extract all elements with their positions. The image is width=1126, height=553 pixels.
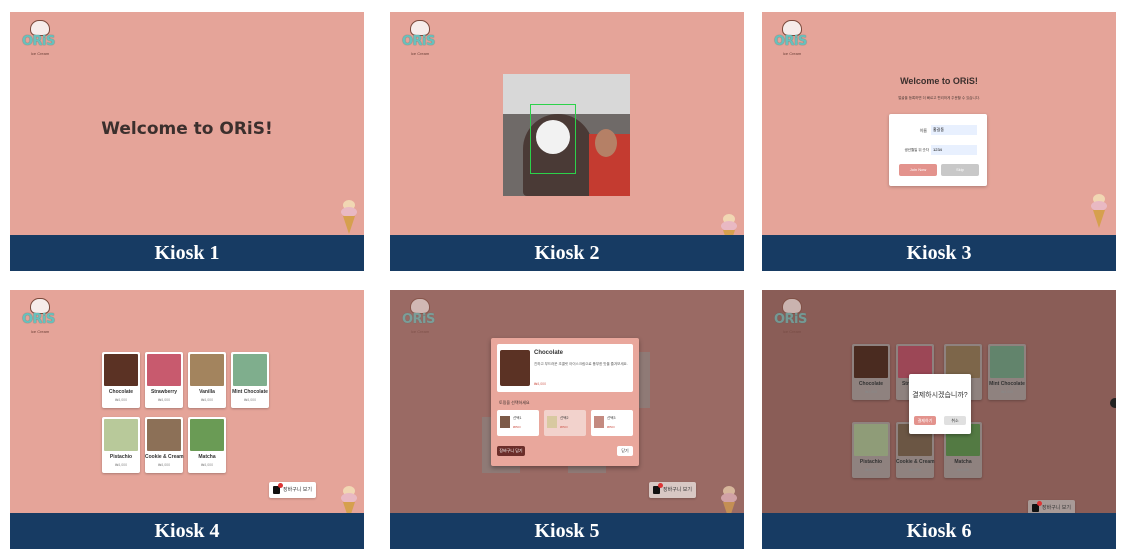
- product-info-box: Chocolate 진하고 부드러운 초콜릿 아이스크림으로 풍부한 맛을 즐겨…: [497, 344, 633, 392]
- add-to-cart-button[interactable]: 장바구니 담기: [497, 446, 525, 456]
- view-cart-button[interactable]: 장바구니 보기: [1028, 500, 1075, 513]
- menu-card-strawberry[interactable]: Strawberry ₩4,000: [145, 352, 183, 408]
- menu-card-pistachio[interactable]: Pistachio ₩4,000: [102, 417, 140, 473]
- scroll-arrow-icon[interactable]: [1110, 398, 1116, 408]
- pistachio-image: [104, 419, 138, 451]
- birthdate-label: 생년월일 뒤 숫자: [904, 148, 930, 152]
- oris-logo: ORiS Ice Cream: [402, 298, 438, 342]
- name-label: 이름: [919, 128, 927, 133]
- oris-logo: ORiS Ice Cream: [774, 298, 810, 342]
- menu-card-mint-chocolate[interactable]: Mint Chocolate ₩4,000: [231, 352, 269, 408]
- kiosk-6-caption: Kiosk 6: [762, 513, 1116, 549]
- kiosk-3-screen: ORiS Ice Cream Welcome to ORiS! 얼굴을 등록하면 …: [762, 12, 1116, 235]
- topping-option-3[interactable]: 선택3 ₩500: [591, 410, 633, 436]
- registration-form: 이름 홍길동 생년월일 뒤 숫자 1234 Join Now Skip: [889, 114, 987, 186]
- topping-section-label: 토핑을 선택하세요: [499, 400, 530, 405]
- menu-card-vanilla[interactable]: Vanilla ₩4,000: [188, 352, 226, 408]
- matcha-image: [190, 419, 224, 451]
- menu-card-mint-chocolate: Mint Chocolate ₩4,000: [988, 344, 1026, 400]
- payment-confirm-dialog: 결제하시겠습니까? 결제하기 취소: [909, 374, 971, 434]
- kiosk-6-panel: ORiSIce Cream Chocolate₩4,000 Strawberry…: [762, 290, 1116, 549]
- menu-card-chocolate: Chocolate ₩4,000: [852, 344, 890, 400]
- kiosk-5-panel: ORiS Ice Cream Chocolate 진하고 부드러운 초콜릿 아이스…: [390, 290, 744, 549]
- strawberry-image: [147, 354, 181, 386]
- kiosk-2-panel: ORiS Ice Cream Kiosk 2: [390, 12, 744, 271]
- kiosk-5-screen: ORiS Ice Cream Chocolate 진하고 부드러운 초콜릿 아이스…: [390, 290, 744, 513]
- product-price: ₩4,000: [534, 382, 547, 386]
- oris-logo: ORiS Ice Cream: [402, 20, 438, 64]
- topping-option-2[interactable]: 선택2 ₩500: [544, 410, 586, 436]
- payment-question: 결제하시겠습니까?: [912, 392, 968, 399]
- vanilla-image: [190, 354, 224, 386]
- kiosk-4-panel: ORiS Ice Cream Chocolate ₩4,000 Strawberry…: [10, 290, 364, 549]
- kiosk-5-caption: Kiosk 5: [390, 513, 744, 549]
- join-button[interactable]: Join Now: [899, 164, 937, 176]
- kiosk-1-screen[interactable]: ORiS Ice Cream Welcome to ORiS!: [10, 12, 364, 235]
- kiosk-2-screen: ORiS Ice Cream: [390, 12, 744, 235]
- view-cart-button[interactable]: 장바구니 보기: [649, 482, 696, 498]
- kiosk-4-caption: Kiosk 4: [10, 513, 364, 549]
- kiosk-4-screen: ORiS Ice Cream Chocolate ₩4,000 Strawberry…: [10, 290, 364, 513]
- menu-card-pistachio: Pistachio ₩4,000: [852, 422, 890, 478]
- cart-count-badge: [658, 483, 663, 488]
- ice-cream-icon: [340, 484, 358, 513]
- welcome-text: Welcome to ORiS!: [101, 119, 273, 139]
- oris-logo: ORiS Ice Cream: [774, 20, 810, 64]
- product-modal: Chocolate 진하고 부드러운 초콜릿 아이스크림으로 풍부한 맛을 즐겨…: [491, 338, 639, 466]
- chocolate-image: [104, 354, 138, 386]
- cart-count-badge: [278, 483, 283, 488]
- ice-cream-icon: [720, 212, 738, 235]
- cookie-cream-image: [147, 419, 181, 451]
- menu-card-matcha[interactable]: Matcha ₩4,000: [188, 417, 226, 473]
- face-blur-circle: [536, 120, 570, 154]
- menu-card-cookie-cream[interactable]: Cookie & Cream ₩4,000: [145, 417, 184, 473]
- ice-cream-icon: [1090, 192, 1108, 228]
- background-card: [638, 352, 650, 408]
- registration-subtitle: 얼굴을 등록하면 더 빠르고 편리하게 주문할 수 있습니다.: [898, 96, 980, 100]
- mint-chocolate-image: [233, 354, 267, 386]
- kiosk-3-caption: Kiosk 3: [762, 235, 1116, 271]
- topping-option-1[interactable]: 선택1 ₩500: [497, 410, 539, 436]
- confirm-payment-button[interactable]: 결제하기: [914, 416, 936, 425]
- oris-logo: ORiS Ice Cream: [22, 20, 58, 64]
- view-cart-button[interactable]: 장바구니 보기: [269, 482, 316, 498]
- kiosk-1-caption: Kiosk 1: [10, 235, 364, 271]
- kiosk-6-screen: ORiSIce Cream Chocolate₩4,000 Strawberry…: [762, 290, 1116, 513]
- birthdate-field[interactable]: 1234: [931, 145, 977, 155]
- product-description: 진하고 부드러운 초콜릿 아이스크림으로 풍부한 맛을 즐겨보세요.: [534, 362, 628, 366]
- ice-cream-icon: [340, 198, 358, 234]
- cancel-payment-button[interactable]: 취소: [944, 416, 966, 425]
- product-title: Chocolate: [534, 350, 564, 356]
- kiosk-1-panel: ORiS Ice Cream Welcome to ORiS! Kiosk 1: [10, 12, 364, 271]
- close-button[interactable]: 닫기: [617, 446, 633, 456]
- skip-button[interactable]: Skip: [941, 164, 979, 176]
- registration-title: Welcome to ORiS!: [900, 76, 978, 86]
- kiosk-3-panel: ORiS Ice Cream Welcome to ORiS! 얼굴을 등록하면 …: [762, 12, 1116, 271]
- menu-card-chocolate[interactable]: Chocolate ₩4,000: [102, 352, 140, 408]
- name-field[interactable]: 홍길동: [931, 125, 977, 135]
- kiosk-2-caption: Kiosk 2: [390, 235, 744, 271]
- ice-cream-icon: [720, 484, 738, 513]
- chocolate-image: [500, 350, 530, 386]
- cart-count-badge: [1037, 501, 1042, 506]
- oris-logo: ORiS Ice Cream: [22, 298, 58, 342]
- camera-feed: [503, 74, 630, 196]
